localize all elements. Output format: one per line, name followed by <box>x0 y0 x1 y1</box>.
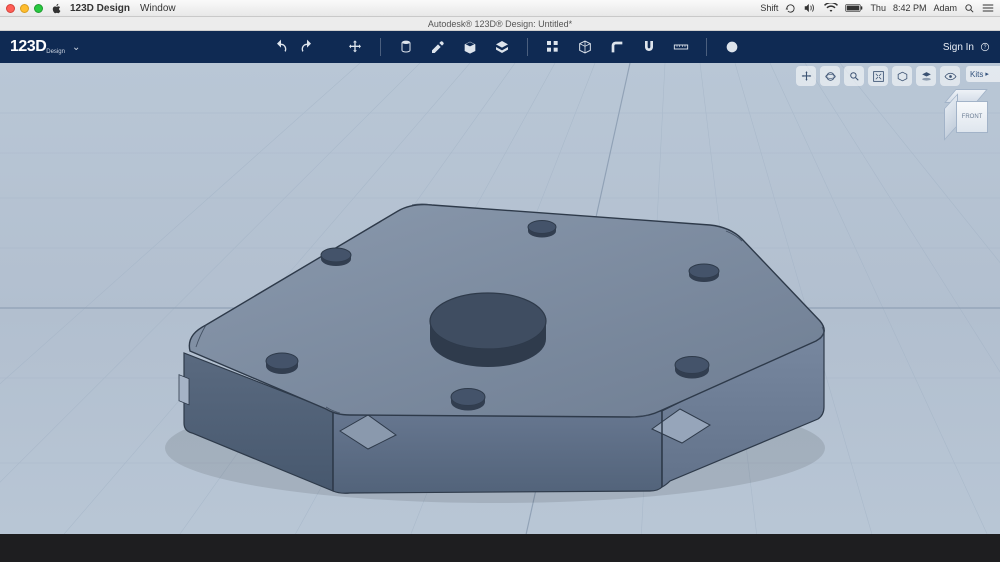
logo-sub: Design <box>46 49 65 55</box>
document-title-bar: Autodesk® 123D® Design: Untitled* <box>0 17 1000 31</box>
viewcube-front-face[interactable]: FRONT <box>956 101 988 133</box>
array-pattern-button[interactable] <box>544 38 562 56</box>
sketch-tool-button[interactable] <box>429 38 447 56</box>
traffic-lights <box>6 4 43 13</box>
clock-day[interactable]: Thu <box>870 3 886 13</box>
material-button[interactable] <box>723 38 741 56</box>
logo-menu-caret-icon[interactable]: ⌄ <box>72 42 80 53</box>
shadow-toggle-button[interactable] <box>916 66 936 86</box>
clock-time[interactable]: 8:42 PM <box>893 3 927 13</box>
redo-button[interactable] <box>298 38 316 56</box>
minimize-window-button[interactable] <box>20 4 29 13</box>
logo-main: 123D <box>10 38 46 56</box>
transform-tool-button[interactable] <box>346 38 364 56</box>
mac-status-right: Shift Thu 8:42 PM Adam <box>760 3 994 14</box>
spotlight-icon[interactable] <box>964 3 975 14</box>
nav-toolbar <box>796 66 960 86</box>
mac-menu-bar: 123D Design Window Shift Thu 8:42 PM Ada… <box>0 0 1000 17</box>
chamfer-fillet-button[interactable] <box>608 38 626 56</box>
display-mode-button[interactable] <box>892 66 912 86</box>
primitive-cylinder-button[interactable] <box>397 38 415 56</box>
hex-flange-model[interactable] <box>150 103 850 523</box>
snap-magnet-button[interactable] <box>640 38 658 56</box>
visibility-button[interactable] <box>940 66 960 86</box>
zoom-window-button[interactable] <box>34 4 43 13</box>
wifi-icon[interactable] <box>824 3 838 13</box>
shift-indicator: Shift <box>760 3 778 13</box>
kits-caret-icon: ▸ <box>985 70 989 78</box>
group-button[interactable] <box>576 38 594 56</box>
svg-text:?: ? <box>984 45 987 51</box>
pan-button[interactable] <box>796 66 816 86</box>
close-window-button[interactable] <box>6 4 15 13</box>
undo-button[interactable] <box>272 38 290 56</box>
user-name[interactable]: Adam <box>933 3 957 13</box>
zoom-button[interactable] <box>844 66 864 86</box>
battery-icon[interactable] <box>845 3 863 13</box>
orbit-button[interactable] <box>820 66 840 86</box>
frame-bottom-bar <box>0 534 1000 562</box>
help-icon[interactable]: ? <box>980 42 990 52</box>
measure-ruler-button[interactable] <box>672 38 690 56</box>
volume-icon[interactable] <box>803 3 817 13</box>
sign-in-link[interactable]: Sign In <box>943 42 974 53</box>
viewport[interactable]: Kits ▸ FRONT <box>0 63 1000 562</box>
app-logo[interactable]: 123D Design ⌄ <box>10 38 80 56</box>
fit-view-button[interactable] <box>868 66 888 86</box>
mac-app-name[interactable]: 123D Design <box>70 3 130 14</box>
primitive-box-button[interactable] <box>461 38 479 56</box>
mac-menu-window[interactable]: Window <box>140 3 176 14</box>
shape-construct-button[interactable] <box>493 38 511 56</box>
app-toolbar: 123D Design ⌄ Sign In ? <box>0 31 1000 63</box>
sync-icon[interactable] <box>785 3 796 14</box>
view-cube[interactable]: FRONT <box>942 89 990 137</box>
menu-extras-icon[interactable] <box>982 3 994 13</box>
apple-icon[interactable] <box>51 3 62 14</box>
kits-label: Kits <box>970 70 983 79</box>
kits-panel-tab[interactable]: Kits ▸ <box>966 66 1000 82</box>
document-title: Autodesk® 123D® Design: Untitled* <box>428 19 572 29</box>
